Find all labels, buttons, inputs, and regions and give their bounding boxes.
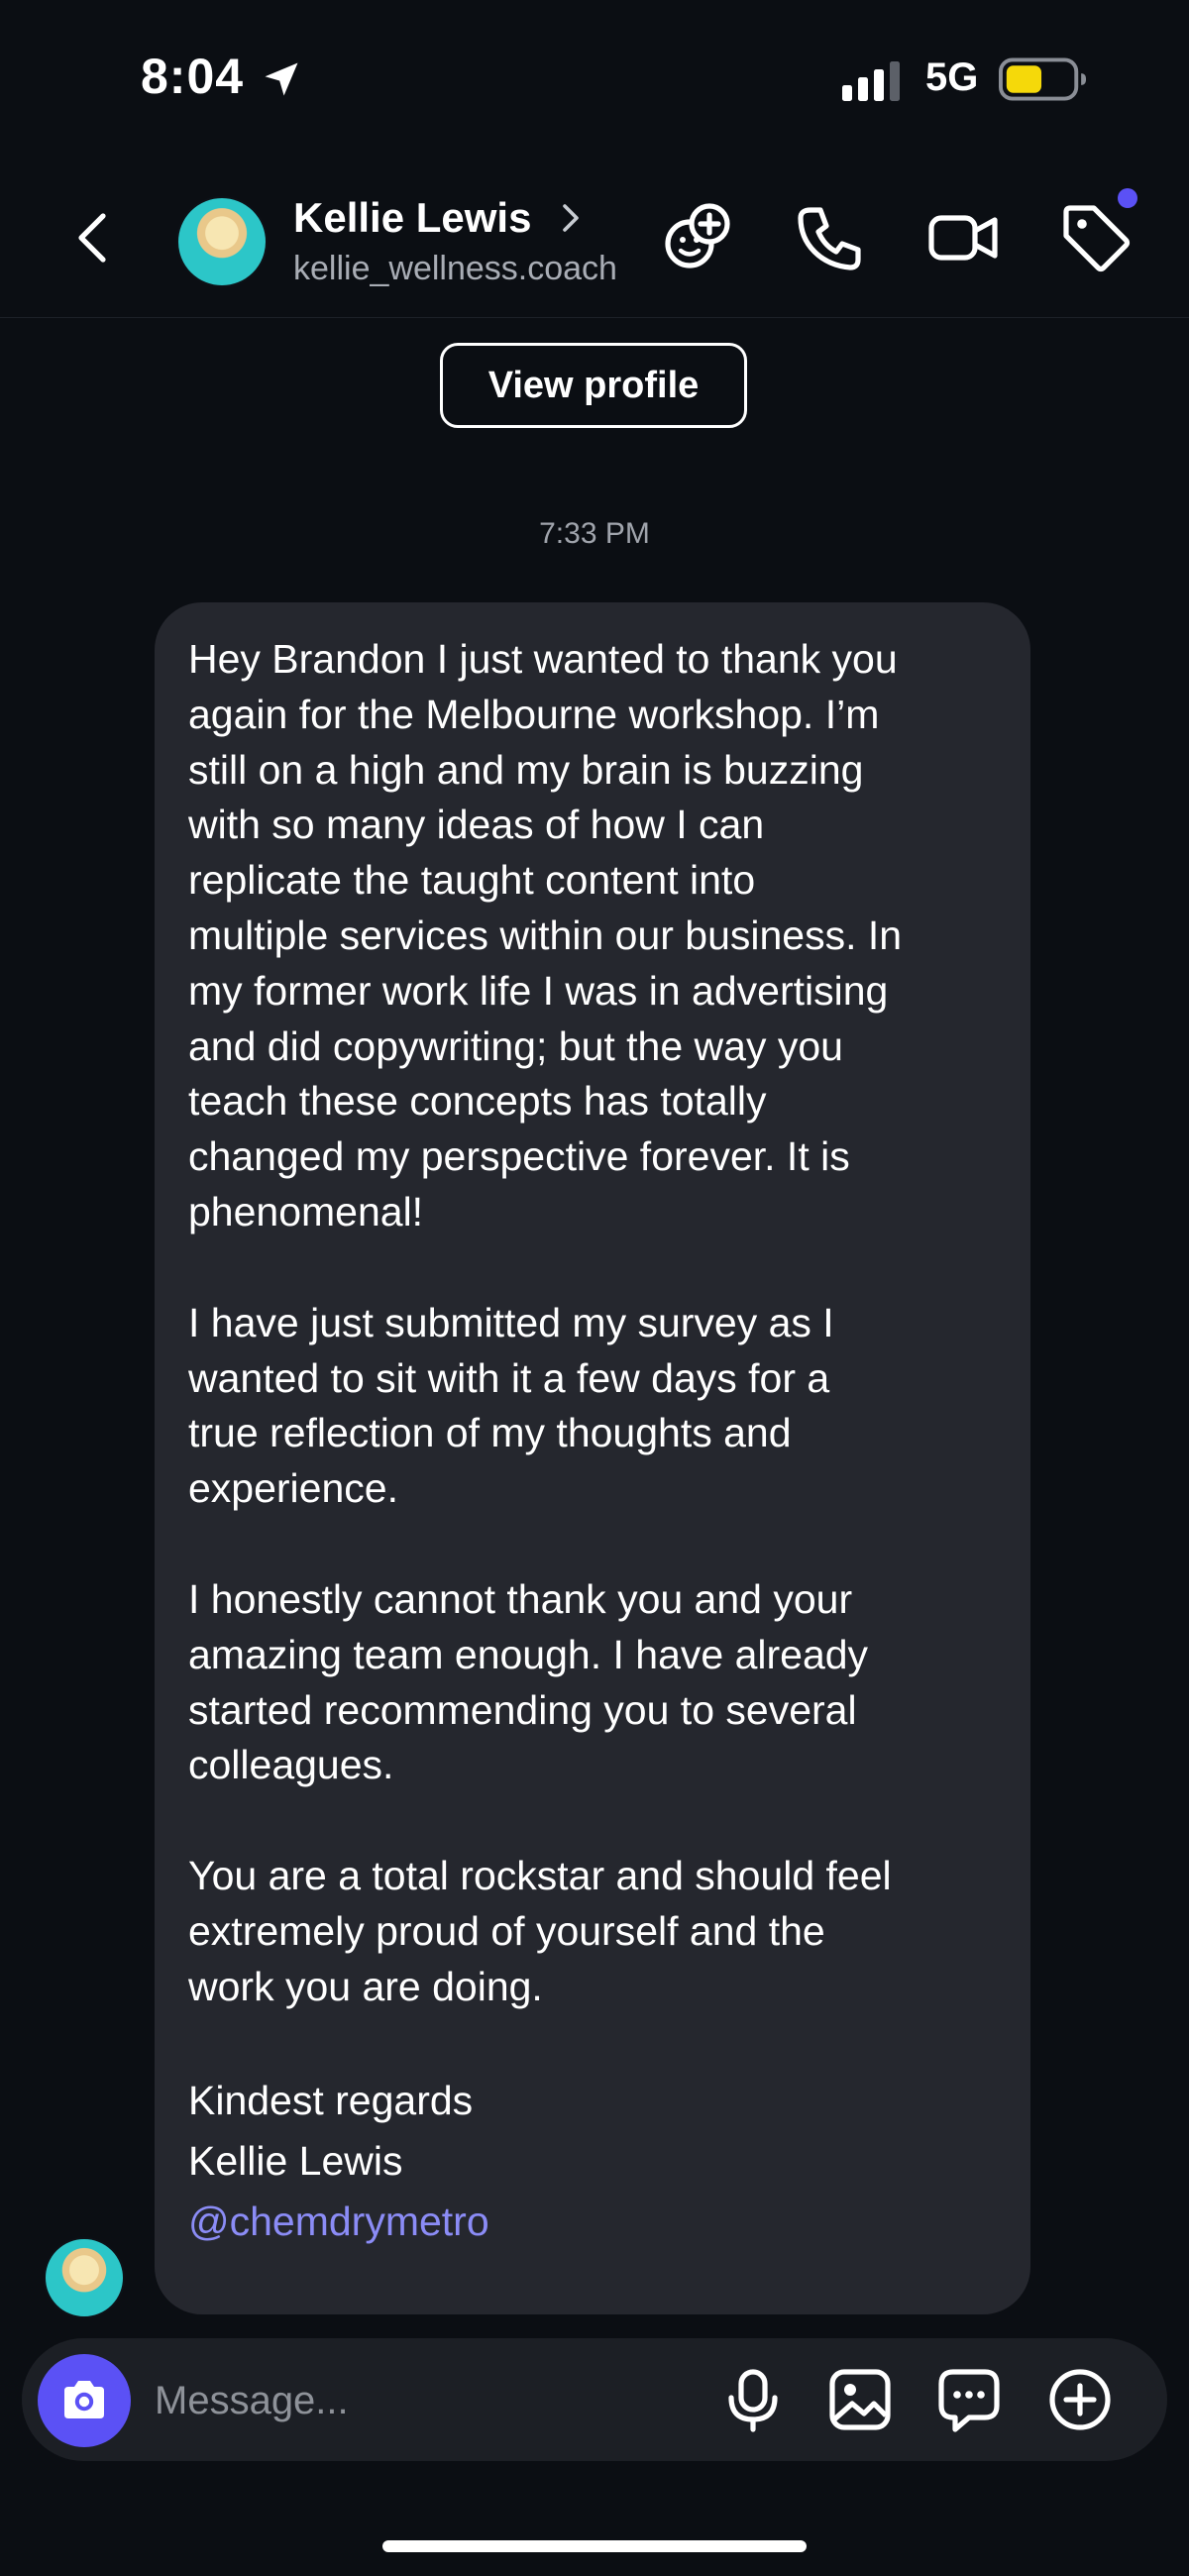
camera-button[interactable] [38,2354,131,2447]
home-indicator[interactable] [382,2540,807,2552]
status-time: 8:04 [141,49,245,104]
contact-name[interactable]: Kellie Lewis [293,194,531,242]
chevron-right-icon[interactable] [557,200,585,236]
status-bar: 8:04 5G [0,0,1189,159]
camera-icon [64,2381,104,2418]
message-signoff: Kindest regards [188,2077,474,2123]
back-icon[interactable] [65,208,125,268]
message-paragraph: I have just submitted my survey as I wan… [188,1299,834,1512]
message-bubble[interactable]: Hey Brandon I just wanted to thank you a… [155,602,1030,2314]
video-icon[interactable] [925,200,1001,275]
effects-icon[interactable] [658,200,733,275]
sticker-icon[interactable] [935,2366,1003,2433]
message-signature-name: Kellie Lewis [188,2137,403,2184]
message-composer [22,2338,1167,2461]
notification-dot [1118,188,1137,208]
gallery-icon[interactable] [826,2366,894,2433]
battery-icon [999,57,1087,101]
message-paragraph: You are a total rockstar and should feel… [188,1853,892,2009]
contact-avatar[interactable] [176,196,268,287]
message-paragraph: I honestly cannot thank you and your ama… [188,1575,869,1788]
message-input[interactable] [153,2368,711,2433]
mention-link[interactable]: @chemdrymetro [188,2192,1001,2252]
message-timestamp: 7:33 PM [539,517,650,550]
message-paragraph: Hey Brandon I just wanted to thank you a… [188,636,903,1234]
contact-handle[interactable]: kellie_wellness.coach [293,250,617,288]
cellular-signal-icon [842,61,900,101]
network-type: 5G [925,55,979,99]
conversation-header: Kellie Lewis kellie_wellness.coach [0,159,1189,318]
microphone-icon[interactable] [719,2366,787,2433]
plus-icon[interactable] [1046,2366,1114,2433]
view-profile-button[interactable]: View profile [440,343,747,428]
sender-avatar[interactable] [44,2237,125,2318]
location-arrow-icon [265,62,298,96]
tag-icon[interactable] [1058,200,1134,275]
phone-icon[interactable] [793,200,868,275]
